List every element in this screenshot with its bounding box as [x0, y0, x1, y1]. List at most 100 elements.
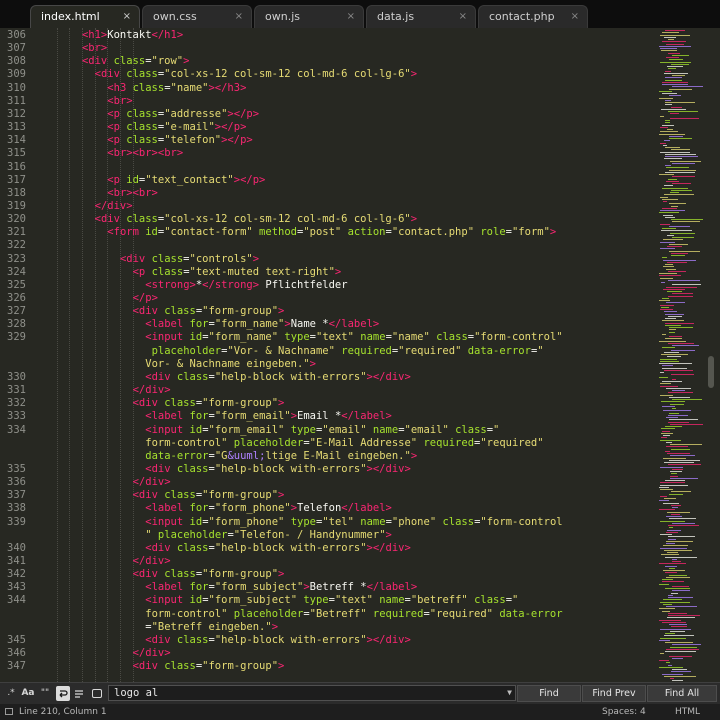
code-line[interactable]: </p>: [133, 292, 158, 305]
code-line[interactable]: <input id="form_phone" type="tel" name="…: [145, 516, 562, 529]
code-line[interactable]: <div class="form-group">: [133, 568, 285, 581]
code-line[interactable]: data-error="G&uuml;ltige E-Mail eingeben…: [145, 450, 417, 463]
syntax-selector[interactable]: HTML: [675, 704, 700, 720]
indentation-setting[interactable]: Spaces: 4: [602, 704, 646, 720]
minimap-line: [659, 639, 670, 641]
code-line[interactable]: <div class="form-group">: [133, 489, 285, 502]
code-line[interactable]: <div class="col-xs-12 col-sm-12 col-md-6…: [95, 213, 417, 226]
code-line[interactable]: <input id="form_name" type="text" name="…: [145, 331, 562, 344]
tab-own-js[interactable]: own.js ×: [254, 5, 364, 28]
code-line[interactable]: <p class="addresse"></p>: [107, 108, 259, 121]
code-line[interactable]: <div class="row">: [82, 55, 189, 68]
in-selection-toggle[interactable]: [72, 686, 86, 701]
code-line[interactable]: <div class="help-block with-errors"></di…: [145, 542, 411, 555]
minimap-line: [670, 444, 702, 445]
code-line[interactable]: </div>: [133, 555, 171, 568]
code-token: "required": [429, 607, 500, 620]
code-line[interactable]: <p class="text-muted text-right">: [133, 266, 342, 279]
code-line[interactable]: <div class="help-block with-errors"></di…: [145, 634, 411, 647]
close-icon[interactable]: ×: [571, 6, 579, 28]
line-number: 325: [7, 278, 26, 291]
code-line[interactable]: <div class="controls">: [120, 253, 259, 266]
editor[interactable]: 306 307 308 309 310 311 312 313 314 315 316 317 318 3…: [0, 28, 656, 682]
minimap-line: [670, 471, 682, 472]
code-line[interactable]: </div>: [133, 384, 171, 397]
code-token: "form_subject": [208, 594, 304, 607]
code-line[interactable]: <p class="telefon"></p>: [107, 134, 252, 147]
tab-contact-php[interactable]: contact.php ×: [478, 5, 588, 28]
code-line[interactable]: form-control" placeholder="E-Mail Addres…: [145, 437, 543, 450]
minimap-line: [662, 673, 683, 675]
tab-own-css[interactable]: own.css ×: [142, 5, 252, 28]
code-line[interactable]: <label for="form_subject">Betreff *</lab…: [145, 581, 417, 594]
code-line[interactable]: <div class="help-block with-errors"></di…: [145, 371, 411, 384]
find-history-dropdown-icon[interactable]: ▼: [507, 686, 512, 700]
code-line[interactable]: <p id="text_contact"></p>: [107, 174, 265, 187]
code-line[interactable]: <br><br>: [107, 187, 158, 200]
code-line[interactable]: <form id="contact-form" method="post" ac…: [107, 226, 556, 239]
tab-data-js[interactable]: data.js ×: [366, 5, 476, 28]
close-icon[interactable]: ×: [459, 6, 467, 28]
code-line[interactable]: <div class="form-group">: [133, 305, 285, 318]
close-icon[interactable]: ×: [123, 6, 131, 28]
code-line[interactable]: <p class="e-mail"></p>: [107, 121, 246, 134]
close-icon[interactable]: ×: [235, 6, 243, 28]
line-number: 308: [7, 55, 26, 68]
minimap-line: [670, 423, 703, 425]
code-line[interactable]: " placeholder="Telefon- / Handynummer">: [145, 529, 392, 542]
close-icon[interactable]: ×: [347, 6, 355, 28]
code-line[interactable]: </div>: [133, 476, 171, 489]
code-line[interactable]: </div>: [133, 647, 171, 660]
code-line[interactable]: ="Betreff eingeben.">: [145, 621, 278, 634]
minimap-scroll-thumb[interactable]: [708, 356, 714, 388]
find-input[interactable]: logo al ▼: [108, 685, 516, 701]
minimap-line: [670, 475, 678, 477]
code-line[interactable]: <label for="form_email">Email *</label>: [145, 410, 392, 423]
code-line[interactable]: <strong>*</strong> Pflichtfelder: [145, 279, 347, 292]
code-line[interactable]: <h3 class="name"></h3>: [107, 82, 246, 95]
code-line[interactable]: </div>: [95, 200, 133, 213]
find-all-button[interactable]: Find All: [647, 685, 717, 702]
code-area[interactable]: <h1>Kontakt</h1> <br> <div class="row"> <di…: [40, 28, 656, 682]
code-line[interactable]: <br>: [107, 95, 132, 108]
code-line[interactable]: <h1>Kontakt</h1>: [82, 29, 183, 42]
wrap-toggle[interactable]: [56, 686, 70, 701]
code-line[interactable]: <div class="form-group">: [133, 660, 285, 673]
minimap-line: [661, 282, 665, 283]
regex-toggle[interactable]: .*: [4, 686, 18, 701]
code-token: Betreff *: [309, 581, 367, 594]
code-line[interactable]: placeholder="Vor- & Nachname" required="…: [145, 344, 544, 358]
code-line[interactable]: <input id="form_email" type="email" name…: [145, 424, 499, 437]
code-token: data-error: [467, 344, 531, 357]
minimap-line: [662, 93, 677, 94]
whole-word-toggle[interactable]: "": [38, 686, 52, 701]
find-prev-button[interactable]: Find Prev: [582, 685, 646, 702]
minimap-line: [662, 367, 687, 369]
code-line[interactable]: form-control" placeholder="Betreff" requ…: [145, 608, 562, 621]
minimap-line: [672, 284, 701, 286]
code-line[interactable]: <br>: [82, 42, 107, 55]
tab-index-html[interactable]: index.html ×: [30, 5, 140, 28]
code-token: form-control": [145, 436, 234, 449]
code-line[interactable]: <div class="form-group">: [133, 397, 285, 410]
find-button[interactable]: Find: [517, 685, 581, 702]
minimap-line: [662, 228, 676, 229]
code-line[interactable]: <div class="col-xs-12 col-sm-12 col-md-6…: [95, 68, 417, 81]
code-line[interactable]: <label for="form_phone">Telefon</label>: [145, 502, 392, 515]
code-token: "controls": [189, 252, 253, 265]
code-token: >: [278, 568, 285, 581]
minimap-line: [666, 662, 670, 664]
panel-switcher-icon[interactable]: [5, 708, 13, 715]
minimap[interactable]: [656, 28, 720, 682]
code-line[interactable]: <label for="form_name">Name *</label>: [145, 318, 379, 331]
minimap-line: [661, 432, 673, 434]
minimap-line: [660, 385, 678, 387]
code-line[interactable]: <br><br><br>: [107, 147, 183, 160]
code-line[interactable]: <input id="form_subject" type="text" nam…: [145, 594, 518, 607]
code-line[interactable]: Vor- & Nachname eingeben.">: [145, 358, 316, 371]
highlight-matches-toggle[interactable]: [90, 686, 104, 701]
case-sensitive-toggle[interactable]: Aa: [20, 686, 36, 701]
code-line[interactable]: <div class="help-block with-errors"></di…: [145, 463, 411, 476]
minimap-line: [660, 358, 677, 360]
code-token: "form": [511, 226, 550, 239]
